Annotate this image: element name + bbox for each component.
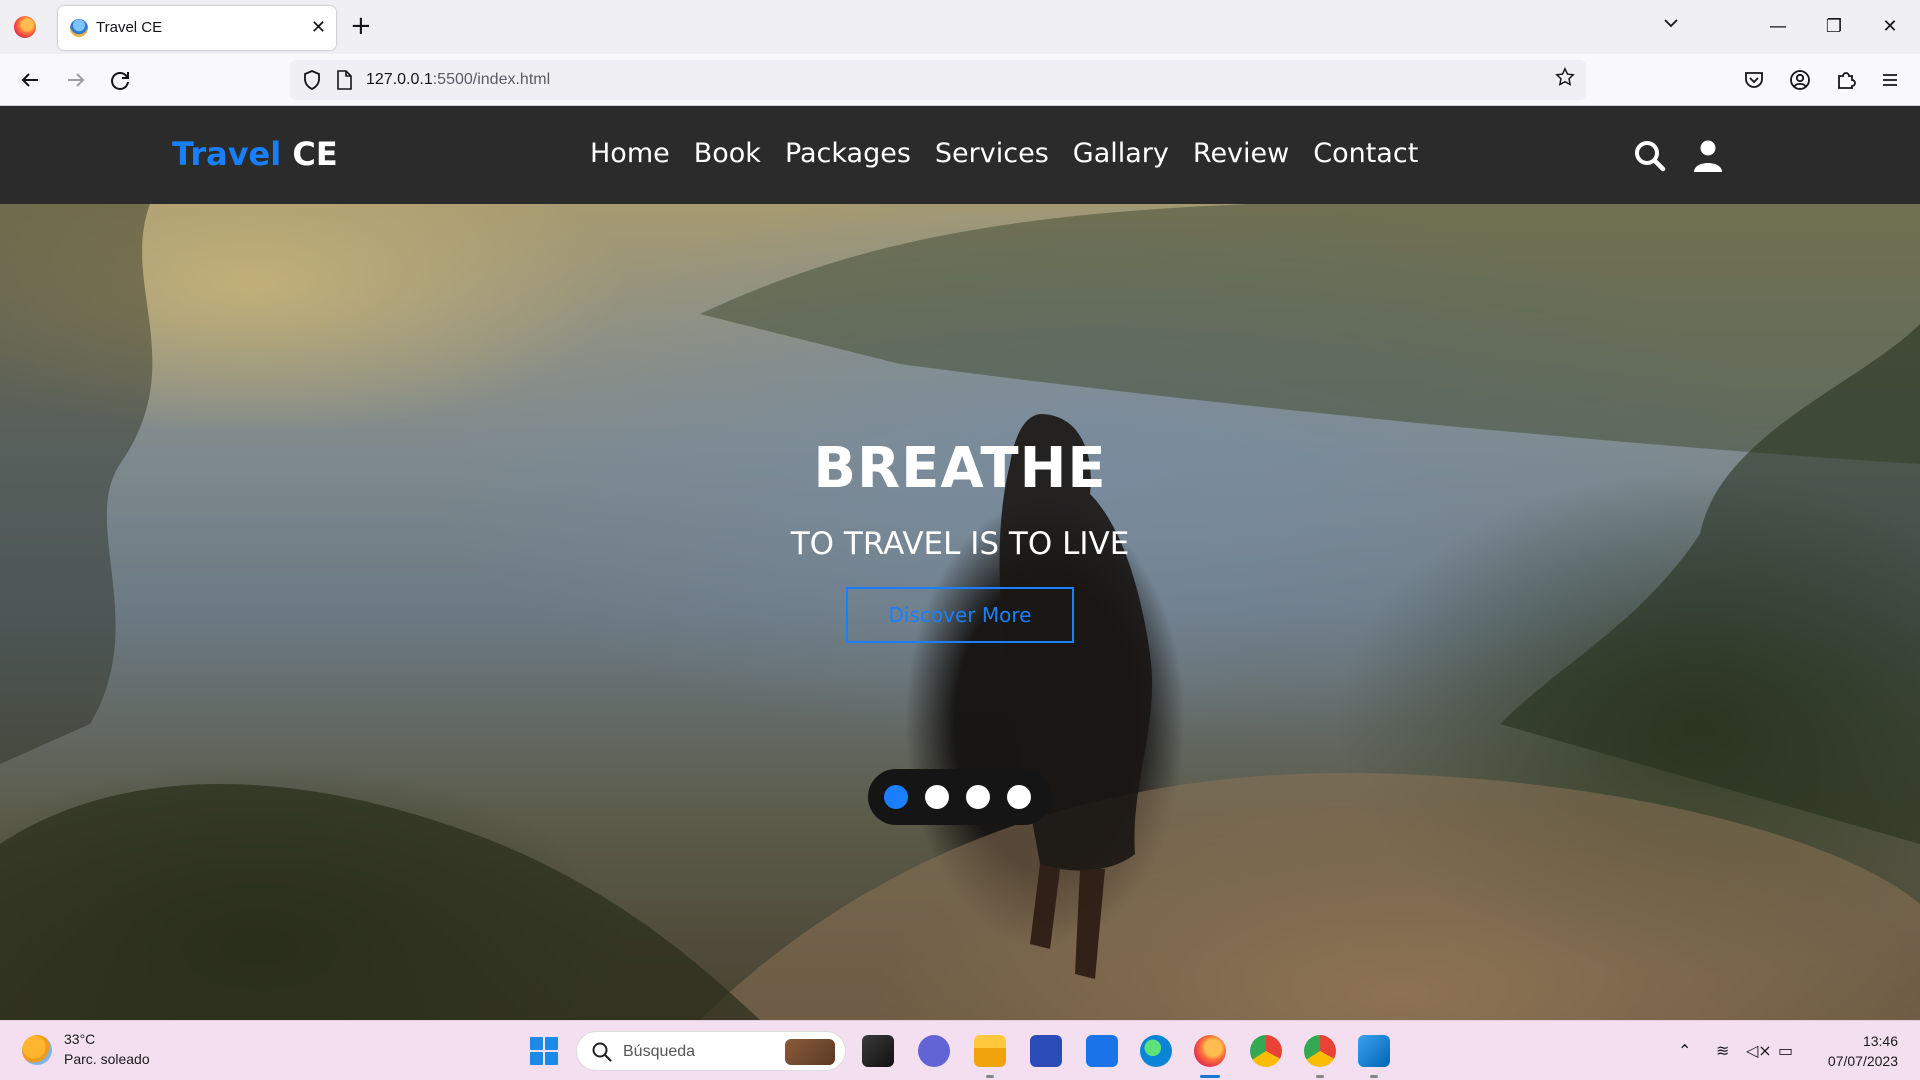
tracking-protection-shield-icon[interactable]: [300, 68, 324, 92]
windows-taskbar: 33°C Parc. soleado Búsqueda ⌃ ≋ ◁× ▭ 13:…: [0, 1020, 1920, 1080]
webpage: Travel CE Home Book Packages Services Ga…: [0, 106, 1920, 1020]
chat-icon[interactable]: [918, 1035, 950, 1067]
nav-book[interactable]: Book: [694, 136, 761, 172]
weather-icon[interactable]: [22, 1035, 52, 1065]
tab-title: Travel CE: [96, 19, 163, 36]
volume-muted-icon[interactable]: ◁×: [1746, 1041, 1772, 1060]
search-highlight-image: [785, 1039, 835, 1065]
file-explorer-icon[interactable]: [974, 1035, 1006, 1067]
close-window-button[interactable]: ✕: [1870, 12, 1910, 42]
battery-icon[interactable]: ▭: [1778, 1041, 1793, 1060]
back-icon[interactable]: [16, 66, 44, 94]
chrome-icon[interactable]: [1250, 1035, 1282, 1067]
slider-dot-1[interactable]: [884, 785, 908, 809]
hero-banner: BREATHE TO TRAVEL IS TO LIVE Discover Mo…: [0, 204, 1920, 1020]
address-bar[interactable]: 127.0.0.1:5500/index.html: [290, 60, 1586, 100]
list-all-tabs-icon[interactable]: [1662, 14, 1680, 32]
search-icon[interactable]: [1632, 138, 1668, 174]
wifi-icon[interactable]: ≋: [1716, 1041, 1729, 1060]
discover-more-button[interactable]: Discover More: [846, 587, 1074, 643]
main-nav: Home Book Packages Services Gallary Revi…: [590, 136, 1418, 172]
pocket-icon[interactable]: [1740, 66, 1768, 94]
slider-dot-4[interactable]: [1007, 785, 1031, 809]
hero-title: BREATHE: [813, 436, 1107, 501]
browser-tab-bar: Travel CE ✕ + — ❐ ✕: [0, 0, 1920, 54]
slider-controls: [868, 769, 1052, 825]
show-hidden-icons-chevron-icon[interactable]: ⌃: [1678, 1041, 1691, 1060]
task-view-icon[interactable]: [862, 1035, 894, 1067]
microsoft-store-icon[interactable]: [1030, 1035, 1062, 1067]
menu-hamburger-icon[interactable]: [1876, 66, 1904, 94]
site-favicon-icon: [70, 19, 88, 37]
nav-services[interactable]: Services: [935, 136, 1049, 172]
firefox-logo-icon[interactable]: [14, 16, 36, 38]
logo-ce: CE: [292, 135, 338, 173]
nav-gallary[interactable]: Gallary: [1073, 136, 1169, 172]
nav-review[interactable]: Review: [1193, 136, 1289, 172]
hero-subtitle: TO TRAVEL IS TO LIVE: [790, 526, 1130, 562]
search-label: Búsqueda: [623, 1043, 696, 1060]
tab-travel-ce[interactable]: Travel CE ✕: [58, 6, 336, 50]
logo-travel: Travel: [172, 135, 282, 173]
vscode-icon[interactable]: [1358, 1035, 1390, 1067]
page-info-icon[interactable]: [334, 69, 354, 91]
reload-icon[interactable]: [106, 66, 134, 94]
chrome-running-indicator: [1316, 1075, 1324, 1078]
minimize-button[interactable]: —: [1758, 12, 1798, 42]
clock-date: 07/07/2023: [1827, 1053, 1898, 1069]
extensions-icon[interactable]: [1832, 66, 1860, 94]
mail-icon[interactable]: [1086, 1035, 1118, 1067]
slider-dot-2[interactable]: [925, 785, 949, 809]
slider-dot-3[interactable]: [966, 785, 990, 809]
explorer-running-indicator: [986, 1075, 994, 1078]
chrome-profile-icon[interactable]: [1304, 1035, 1336, 1067]
site-logo[interactable]: Travel CE: [172, 134, 338, 174]
clock-time: 13:46: [1862, 1033, 1898, 1049]
weather-condition[interactable]: Parc. soleado: [64, 1051, 150, 1067]
url-text[interactable]: 127.0.0.1:5500/index.html: [366, 71, 550, 89]
firefox-taskbar-icon[interactable]: [1194, 1035, 1226, 1067]
tab-close-icon[interactable]: ✕: [311, 16, 326, 40]
edge-icon[interactable]: [1140, 1035, 1172, 1067]
nav-packages[interactable]: Packages: [785, 136, 911, 172]
nav-contact[interactable]: Contact: [1313, 136, 1418, 172]
windows-start-icon[interactable]: [528, 1035, 560, 1067]
new-tab-button[interactable]: +: [350, 13, 372, 39]
forward-icon[interactable]: [62, 66, 90, 94]
weather-temperature[interactable]: 33°C: [64, 1031, 95, 1047]
search-glass-icon: [592, 1042, 612, 1062]
nav-home[interactable]: Home: [590, 136, 670, 172]
firefox-running-indicator: [1200, 1075, 1220, 1078]
site-header: Travel CE Home Book Packages Services Ga…: [0, 106, 1920, 204]
bookmark-star-icon[interactable]: [1554, 66, 1576, 88]
user-icon[interactable]: [1690, 138, 1726, 174]
restore-button[interactable]: ❐: [1814, 12, 1854, 42]
vscode-running-indicator: [1370, 1075, 1378, 1078]
browser-nav-bar: 127.0.0.1:5500/index.html: [0, 54, 1920, 106]
taskbar-search[interactable]: Búsqueda: [576, 1031, 846, 1071]
account-icon[interactable]: [1786, 66, 1814, 94]
system-clock[interactable]: 13:46 07/07/2023: [1828, 1031, 1898, 1071]
